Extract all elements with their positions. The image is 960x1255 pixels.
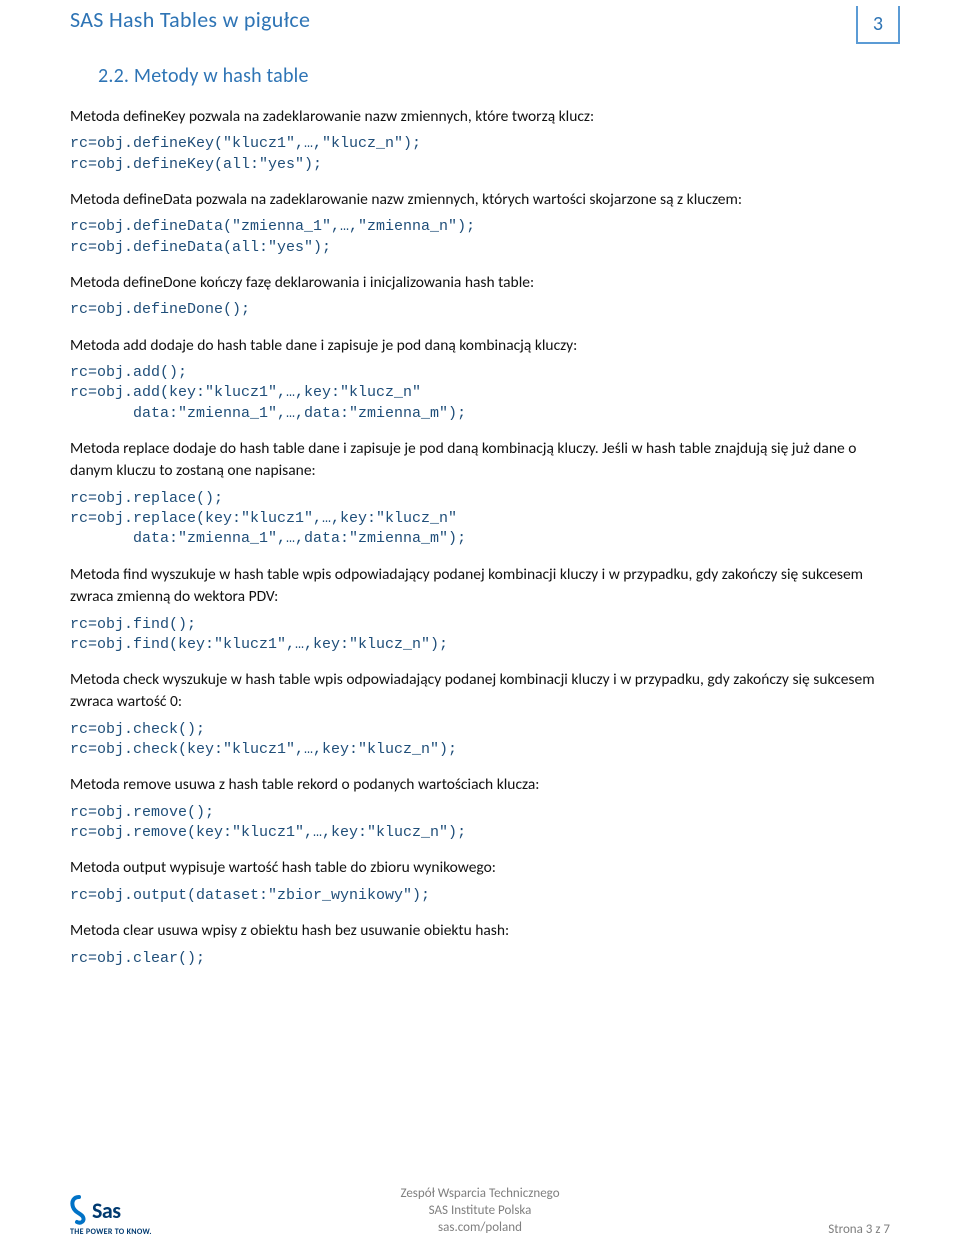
footer-line: Zespół Wsparcia Technicznego (400, 1186, 559, 1203)
method-block: Metoda clear usuwa wpisy z obiektu hash … (70, 920, 890, 969)
sas-logo-tagline: THE POWER TO KNOW. (70, 1227, 152, 1237)
page-title: SAS Hash Tables w pigułce (70, 6, 310, 33)
method-description: Metoda find wyszukuje w hash table wpis … (70, 564, 890, 609)
page-number-box: 3 (856, 6, 900, 44)
section-heading: 2.2. Metody w hash table (98, 64, 890, 88)
code-snippet: rc=obj.output(dataset:"zbior_wynikowy"); (70, 886, 890, 906)
method-block: Metoda output wypisuje wartość hash tabl… (70, 857, 890, 906)
method-description: Metoda defineDone kończy fazę deklarowan… (70, 272, 890, 294)
method-description: Metoda output wypisuje wartość hash tabl… (70, 857, 890, 879)
code-snippet: rc=obj.find(); rc=obj.find(key:"klucz1",… (70, 615, 890, 656)
code-snippet: rc=obj.add(); rc=obj.add(key:"klucz1",…,… (70, 363, 890, 424)
method-description: Metoda clear usuwa wpisy z obiektu hash … (70, 920, 890, 942)
page-number: 3 (873, 12, 883, 36)
page-header: SAS Hash Tables w pigułce 3 (70, 0, 890, 44)
method-description: Metoda check wyszukuje w hash table wpis… (70, 669, 890, 714)
footer-line: SAS Institute Polska (400, 1203, 559, 1220)
code-snippet: rc=obj.defineData("zmienna_1",…,"zmienna… (70, 217, 890, 258)
method-block: Metoda replace dodaje do hash table dane… (70, 438, 890, 550)
sas-logo-text: Sas (92, 1197, 121, 1224)
method-block: Metoda defineData pozwala na zadeklarowa… (70, 189, 890, 258)
footer-center-text: Zespół Wsparcia Technicznego SAS Institu… (400, 1186, 559, 1237)
code-snippet: rc=obj.replace(); rc=obj.replace(key:"kl… (70, 489, 890, 550)
sas-logo: Sas THE POWER TO KNOW. (70, 1195, 152, 1237)
method-description: Metoda replace dodaje do hash table dane… (70, 438, 890, 483)
footer-line: sas.com/poland (400, 1220, 559, 1237)
method-description: Metoda defineKey pozwala na zadeklarowan… (70, 106, 890, 128)
method-block: Metoda find wyszukuje w hash table wpis … (70, 564, 890, 655)
page-footer: Sas THE POWER TO KNOW. Zespół Wsparcia T… (70, 1195, 890, 1237)
code-snippet: rc=obj.defineDone(); (70, 300, 890, 320)
code-snippet: rc=obj.remove(); rc=obj.remove(key:"kluc… (70, 803, 890, 844)
method-description: Metoda add dodaje do hash table dane i z… (70, 335, 890, 357)
code-snippet: rc=obj.check(); rc=obj.check(key:"klucz1… (70, 720, 890, 761)
code-snippet: rc=obj.clear(); (70, 949, 890, 969)
footer-page-indicator: Strona 3 z 7 (828, 1222, 890, 1237)
code-snippet: rc=obj.defineKey("klucz1",…,"klucz_n"); … (70, 134, 890, 175)
method-block: Metoda add dodaje do hash table dane i z… (70, 335, 890, 424)
method-description: Metoda remove usuwa z hash table rekord … (70, 774, 890, 796)
method-block: Metoda defineKey pozwala na zadeklarowan… (70, 106, 890, 175)
method-block: Metoda check wyszukuje w hash table wpis… (70, 669, 890, 760)
method-block: Metoda defineDone kończy fazę deklarowan… (70, 272, 890, 321)
method-description: Metoda defineData pozwala na zadeklarowa… (70, 189, 890, 211)
sas-logo-icon (70, 1195, 88, 1225)
method-block: Metoda remove usuwa z hash table rekord … (70, 774, 890, 843)
